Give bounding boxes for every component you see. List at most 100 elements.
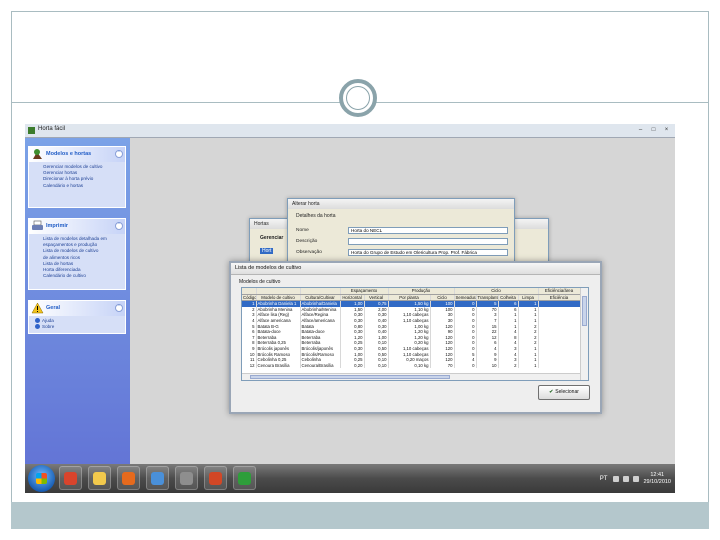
window-titlebar: Horta fácil – □ × (25, 124, 675, 138)
firefox-icon (122, 471, 135, 485)
tab-hortas[interactable]: Hort (260, 248, 274, 254)
app-icon (28, 127, 35, 134)
chevron-up-icon[interactable]: ˆ (115, 150, 123, 158)
column-header[interactable]: Ciclo (430, 294, 455, 302)
clock-date: 29/10/2010 (643, 478, 671, 485)
slide-footer-bar (11, 502, 709, 529)
maximize-icon[interactable]: □ (649, 126, 658, 134)
list-window-title: Lista de modelos de cultivo (231, 263, 600, 275)
clock[interactable]: 12:41 29/10/2010 (643, 472, 671, 486)
close-icon[interactable]: × (662, 126, 671, 134)
column-header[interactable]: Eficiência (538, 294, 581, 302)
app-screenshot: Horta fácil – □ × Modelos e hortas ˆ Ger… (25, 124, 675, 493)
table-cell: 0,10 kg (388, 362, 431, 369)
table-row[interactable]: 12 Cenoura Brasília Cenoura/Brasília 0,20 0,… (242, 362, 581, 369)
table-cell: Cenoura Brasília (256, 362, 301, 369)
minimize-icon[interactable]: – (636, 126, 645, 134)
group-modelos-hortas: Modelos e hortas ˆ Gerenciar modelos de … (28, 146, 126, 208)
observation-input[interactable]: Horta do Grupo de Estudo em Olericultura… (348, 249, 508, 256)
list-group-label: Modelos de cultivo (239, 279, 281, 285)
column-header[interactable]: Código (242, 294, 257, 302)
scroll-thumb[interactable] (250, 375, 450, 379)
task-pane: Modelos e hortas ˆ Gerenciar modelos de … (25, 138, 130, 464)
field-label-nome: Nome (296, 228, 309, 233)
tab-gerenciar[interactable]: Gerenciar (260, 235, 283, 241)
table-cell: Cenoura/Brasília (300, 362, 341, 369)
column-header[interactable]: Vertical (364, 294, 389, 302)
column-header[interactable]: Limpa (518, 294, 539, 302)
chevron-up-icon[interactable]: ˆ (115, 222, 123, 230)
table-cell: Abobrinha/Daniela (300, 300, 341, 307)
scroll-thumb[interactable] (582, 296, 587, 326)
presentation-icon (209, 471, 222, 485)
table-cell: 70 (430, 362, 455, 369)
taskbar-app-tools[interactable] (175, 466, 198, 490)
group-title: Imprimir (46, 223, 69, 229)
group-header[interactable]: Modelos e hortas ˆ (29, 147, 125, 162)
chevron-up-icon[interactable]: ˆ (115, 304, 123, 312)
vertical-scrollbar[interactable] (580, 288, 588, 380)
table-cell: 0,20 (340, 362, 365, 369)
folder-icon (93, 471, 106, 485)
column-header[interactable]: Transplante (476, 294, 499, 302)
tab-detalhes[interactable]: Detalhes da horta (296, 213, 335, 219)
taskbar-app-presentation[interactable] (204, 466, 227, 490)
taskbar-app-firefox[interactable] (117, 466, 140, 490)
start-button[interactable] (28, 465, 55, 492)
select-button[interactable]: ✔ Selecionar (538, 385, 590, 400)
column-header[interactable]: Horizontal (340, 294, 365, 302)
taskbar-app-folder[interactable] (88, 466, 111, 490)
flag-icon[interactable] (633, 475, 640, 482)
table-cell (538, 362, 581, 369)
group-header[interactable]: Geral ˆ (29, 301, 125, 316)
table-cell: 12 (242, 362, 257, 369)
model-list-window: Lista de modelos de cultivo Modelos de c… (229, 261, 602, 414)
table-cell: 2 (498, 362, 519, 369)
taskbar-app-chrome[interactable] (59, 466, 82, 490)
table-cell: Abobrinha Daniela 1 (256, 300, 301, 307)
table-cell: 1 (518, 362, 539, 369)
group-geral: Geral ˆ Ajuda Sobre (28, 300, 126, 334)
media-icon (151, 471, 164, 485)
column-header[interactable]: Semeadura (454, 294, 477, 302)
name-input[interactable]: Horta do NECL (348, 227, 508, 234)
about-link[interactable]: Sobre (35, 324, 121, 330)
volume-icon[interactable] (623, 475, 630, 482)
table-cell: 0,10 (364, 362, 389, 369)
edit-horta-dialog: Alterar horta Detalhes da horta Nome Hor… (287, 198, 515, 266)
group-imprimir: Imprimir ˆ Lista de modelos detalhada em… (28, 218, 126, 290)
system-tray: PT 12:41 29/10/2010 (600, 464, 675, 493)
horta-app-icon (238, 471, 251, 485)
group-title: Geral (46, 305, 61, 311)
taskbar: PT 12:41 29/10/2010 (25, 464, 675, 493)
column-header[interactable]: Modelo de cultivo (256, 294, 301, 302)
plant-icon (33, 149, 42, 159)
chrome-icon (64, 471, 77, 485)
decorative-circle (339, 79, 377, 117)
group-header[interactable]: Imprimir ˆ (29, 219, 125, 234)
table-cell: 10 (476, 362, 499, 369)
help-icon (35, 318, 40, 324)
models-grid: Espaçamento Produção Ciclo Eficiência/ár… (241, 287, 589, 381)
taskbar-app-media[interactable] (146, 466, 169, 490)
taskbar-app-horta-app[interactable] (233, 466, 256, 490)
language-indicator[interactable]: PT (600, 476, 608, 482)
clock-time: 12:41 (650, 471, 665, 478)
column-header[interactable]: Cultura/Cultivar (300, 294, 341, 302)
dialog-title: Alterar horta (288, 199, 514, 209)
group-title: Modelos e hortas (46, 151, 92, 157)
window-title: Horta fácil (38, 126, 66, 132)
field-label-observacao: Observação (296, 250, 322, 255)
link-item[interactable]: Calendário e hortas (43, 183, 121, 189)
table-cell: 0 (454, 362, 477, 369)
tools-icon (180, 471, 193, 485)
network-icon[interactable] (613, 475, 620, 482)
column-header[interactable]: Por planta (388, 294, 431, 302)
column-header[interactable]: Colheita (498, 294, 519, 302)
warning-icon (31, 302, 44, 314)
printer-icon (32, 220, 43, 230)
description-input[interactable] (348, 238, 508, 245)
horizontal-scrollbar[interactable] (242, 373, 580, 380)
info-icon (35, 324, 40, 330)
link-item[interactable]: Calendário de cultivo (43, 273, 121, 279)
